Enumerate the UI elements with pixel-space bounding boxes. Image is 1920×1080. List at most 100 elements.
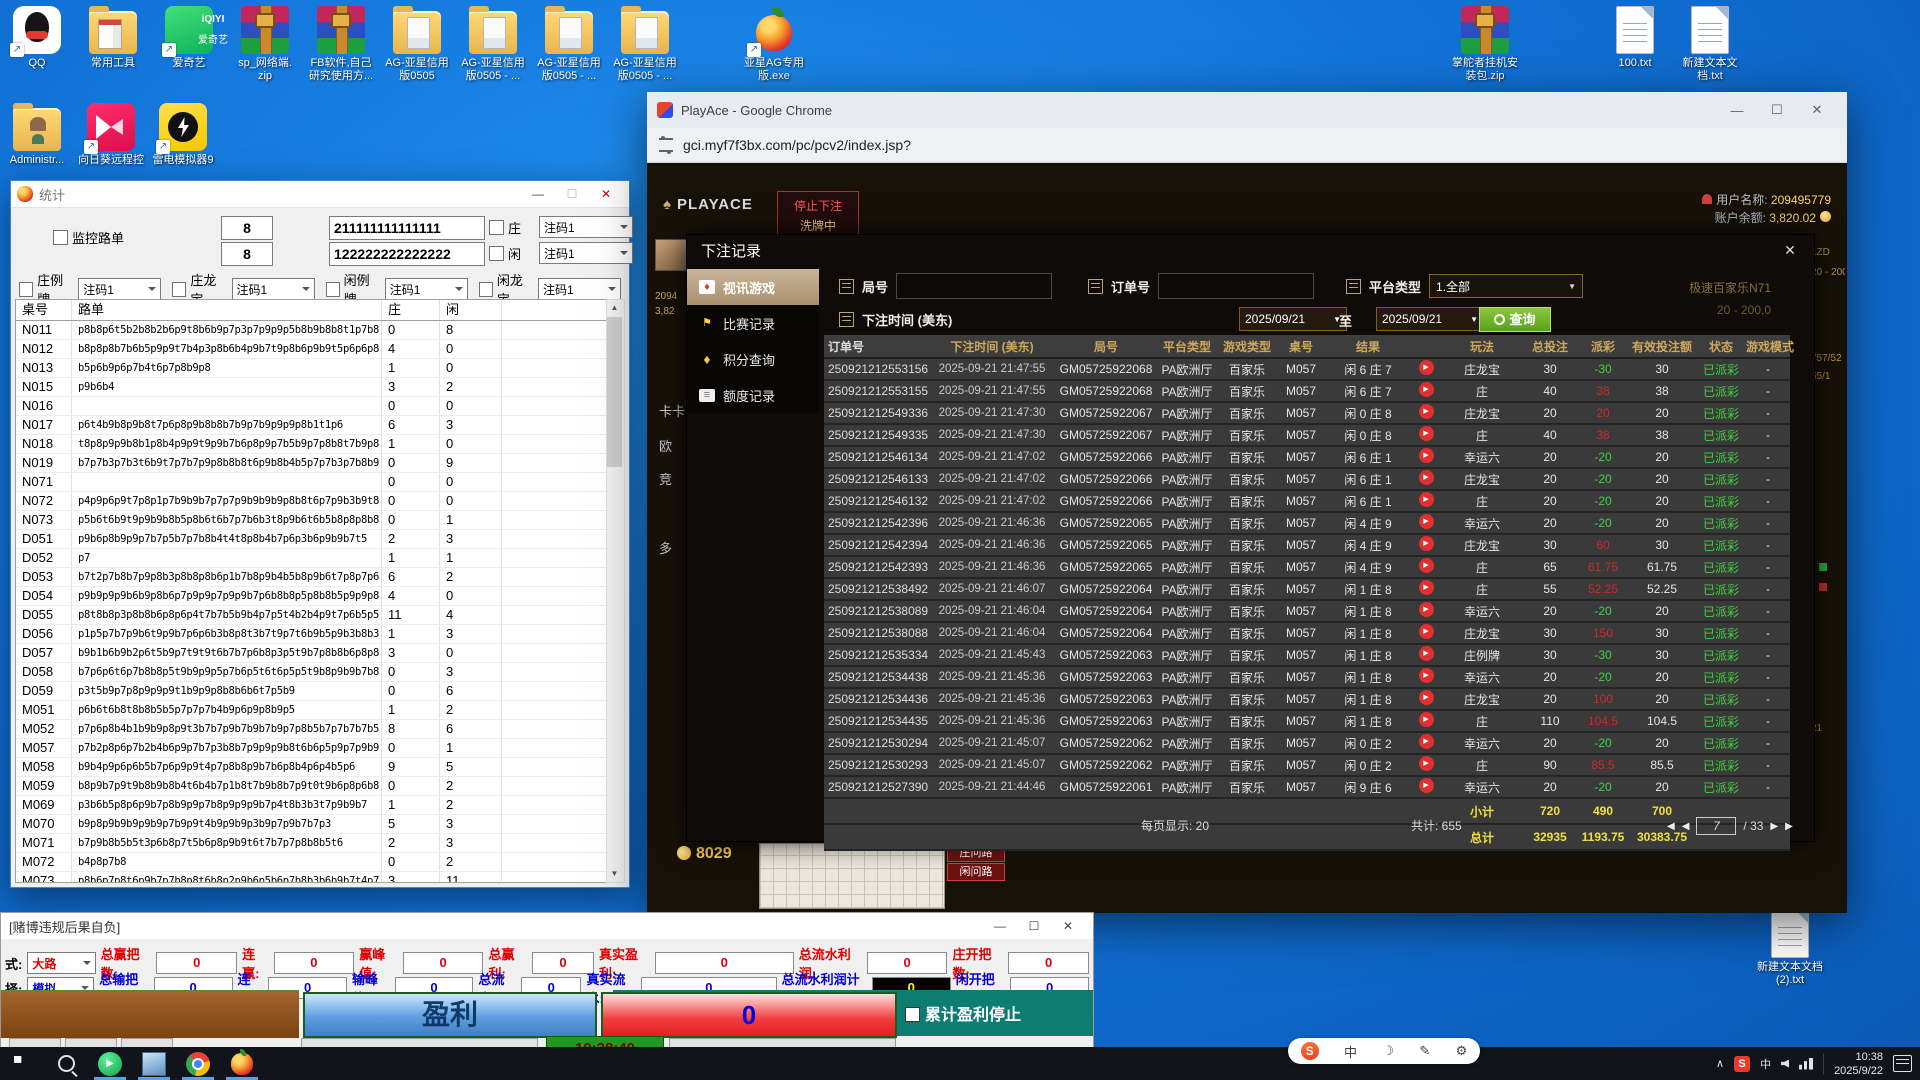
table-row[interactable]: D053 b7t2p7b8b7p9p8b3p8b8p8b6p1b7b8p9b4b…: [16, 568, 612, 587]
scroll-up-icon[interactable]: ▲: [607, 300, 622, 316]
table-row[interactable]: N011 p8b8p6t5b2b8b2b6p9t8b6b9p7p3p7p9p9p…: [16, 321, 612, 340]
table-row[interactable]: D051 p9b6p8b9p9p7b7p5b7p7b8b4t4t8p8b4b7p…: [16, 530, 612, 549]
start-button[interactable]: [0, 1047, 44, 1080]
first-page-icon[interactable]: ◀: [1667, 821, 1675, 832]
profit-button[interactable]: 盈利: [303, 992, 597, 1038]
table-row[interactable]: N018 t8p8p9p9b8b1p8b4p9p9t9p9b7b6p8p9p7b…: [16, 435, 612, 454]
desktop-icon[interactable]: 新建文本文档 (2).txt: [1752, 910, 1828, 987]
table-row[interactable]: N019 b7p7b3p7b3t6b9t7p7b7p9p8b8b8t6p9b8b…: [16, 454, 612, 473]
bot-titlebar[interactable]: [赌博违规后果自负] — ☐ ✕: [1, 913, 1093, 939]
avatar[interactable]: [655, 239, 687, 271]
pair-select[interactable]: 注码1: [385, 278, 468, 300]
desktop-icon[interactable]: AG-亚星信用 版0505 - ...: [607, 6, 683, 83]
replay-icon[interactable]: [1419, 624, 1434, 639]
taskbar-item-leidian[interactable]: [88, 1047, 132, 1080]
sidebar-tab[interactable]: 比赛记录: [687, 305, 819, 341]
desktop-icon[interactable]: 雷电模拟器9: [145, 103, 221, 167]
taskbar-item-chrome[interactable]: [176, 1047, 220, 1080]
replay-icon[interactable]: [1419, 514, 1434, 529]
table-row[interactable]: N013 b5p6b9p6p7b4t6p7p8b9p8 1 0: [16, 359, 612, 378]
table-row[interactable]: N015 p9b6b4 3 2: [16, 378, 612, 397]
code-input-2[interactable]: [329, 242, 485, 266]
sidebar-menu-fragment[interactable]: 卡卡: [659, 401, 685, 420]
settings-icon[interactable]: ⚙: [1456, 1043, 1468, 1059]
bet-row[interactable]: 250921212535334 2025-09-21 21:45:43 GM05…: [824, 645, 1790, 667]
pair-select[interactable]: 注码1: [232, 278, 315, 300]
bet-row[interactable]: 250921212549335 2025-09-21 21:47:30 GM05…: [824, 425, 1790, 447]
date-from-select[interactable]: 2025/09/21: [1239, 307, 1347, 331]
desktop-icon[interactable]: 常用工具: [75, 6, 151, 70]
replay-icon[interactable]: [1419, 778, 1434, 793]
bet-row[interactable]: 250921212527390 2025-09-21 21:44:46 GM05…: [824, 777, 1790, 799]
table-row[interactable]: D057 b9b1b6b9b2p6t5b9p7t9t9t6b7b7p6b8p3p…: [16, 644, 612, 663]
desktop-icon[interactable]: 100.txt: [1597, 6, 1673, 70]
replay-icon[interactable]: [1419, 382, 1434, 397]
close-button[interactable]: ✕: [589, 187, 623, 201]
table-row[interactable]: N072 p4p9p6p9t7p8p1p7b9b9b7p7p7p9b9b9b9p…: [16, 492, 612, 511]
page-input[interactable]: 7: [1696, 817, 1736, 835]
sidebar-menu-fragment[interactable]: 多: [659, 538, 672, 557]
monitor-road-checkbox[interactable]: 监控路单: [53, 228, 124, 247]
last-page-icon[interactable]: ▶: [1785, 821, 1793, 832]
replay-icon[interactable]: [1419, 360, 1434, 375]
scroll-down-icon[interactable]: ▼: [607, 866, 622, 882]
replay-icon[interactable]: [1419, 756, 1434, 771]
table-row[interactable]: N017 p6t4b9b8p9b8t7p6p8p9b8b8b7b9p7b9p9p…: [16, 416, 612, 435]
table-row[interactable]: M058 b9b4p9p6p6b5b7p6p9p9t4p7p8b8p9b7b6p…: [16, 758, 612, 777]
bet-row[interactable]: 250921212546132 2025-09-21 21:47:02 GM05…: [824, 491, 1790, 513]
replay-icon[interactable]: [1419, 426, 1434, 441]
bet-row[interactable]: 250921212549336 2025-09-21 21:47:30 GM05…: [824, 403, 1790, 425]
pen-icon[interactable]: ✎: [1419, 1043, 1430, 1059]
bet-row[interactable]: 250921212538089 2025-09-21 21:46:04 GM05…: [824, 601, 1790, 623]
search-button[interactable]: [44, 1047, 88, 1080]
minimize-button[interactable]: —: [983, 919, 1017, 933]
desktop-icon[interactable]: AG-亚星信用 版0505 - ...: [531, 6, 607, 83]
bet-row[interactable]: 250921212542393 2025-09-21 21:46:36 GM05…: [824, 557, 1790, 579]
ask-player-button[interactable]: 闲问路: [947, 863, 1005, 881]
table-row[interactable]: D052 p7 1 1: [16, 549, 612, 568]
date-to-select[interactable]: 2025/09/21: [1376, 307, 1484, 331]
replay-icon[interactable]: [1419, 602, 1434, 617]
search-button[interactable]: 查询: [1479, 307, 1551, 332]
table-row[interactable]: N016 0 0: [16, 397, 612, 416]
url-text[interactable]: gci.myf7f3bx.com/pc/pcv2/index.jsp?: [683, 137, 911, 153]
bet-code-select-1[interactable]: 注码1: [539, 216, 633, 238]
minimize-button[interactable]: —: [521, 187, 555, 201]
table-row[interactable]: D055 p8t8b8p3p8b8b6p8p6p4t7b7b5b9b4p7p5t…: [16, 606, 612, 625]
sidebar-menu-fragment[interactable]: 欧: [659, 436, 672, 455]
bet-row[interactable]: 250921212553156 2025-09-21 21:47:55 GM05…: [824, 359, 1790, 381]
close-button[interactable]: ✕: [1051, 919, 1085, 933]
sogou-input-bar[interactable]: S 中 ☽ ✎ ⚙: [1288, 1038, 1480, 1064]
pair-select[interactable]: 注码1: [78, 278, 161, 300]
bet-row[interactable]: 250921212538088 2025-09-21 21:46:04 GM05…: [824, 623, 1790, 645]
replay-icon[interactable]: [1419, 536, 1434, 551]
sogou-icon[interactable]: S: [1301, 1042, 1319, 1060]
bet-row[interactable]: 250921212534438 2025-09-21 21:45:36 GM05…: [824, 667, 1790, 689]
replay-icon[interactable]: [1419, 492, 1434, 507]
desktop-icon[interactable]: 亚星AG专用 版.exe: [736, 6, 812, 83]
banker-checkbox[interactable]: 庄: [489, 218, 521, 237]
player-checkbox[interactable]: 闲: [489, 244, 521, 263]
table-row[interactable]: M071 b7p9b8b5b5t3p6b8p7t5b6p8p9b9t6t7b7p…: [16, 834, 612, 853]
moon-icon[interactable]: ☽: [1382, 1043, 1394, 1059]
site-settings-icon[interactable]: [659, 138, 673, 152]
replay-icon[interactable]: [1419, 404, 1434, 419]
maximize-button[interactable]: ☐: [1757, 102, 1797, 118]
table-row[interactable]: M072 b4p8p7b8 0 2: [16, 853, 612, 872]
notification-icon[interactable]: [1893, 1055, 1912, 1072]
desktop-icon[interactable]: AG-亚星信用 版0505: [379, 6, 455, 83]
tray-expand-icon[interactable]: ∧: [1716, 1057, 1724, 1070]
chinese-mode-icon[interactable]: 中: [1344, 1042, 1357, 1061]
platform-select[interactable]: 1.全部: [1429, 274, 1583, 298]
table-row[interactable]: M069 p3b6b5p8p6p9b7p8b9p9p7b8p9p9p9b7p4t…: [16, 796, 612, 815]
table-row[interactable]: D056 p1p5p7b7p9b6t9p9b7p6p6b3b8p8t3b7t9p…: [16, 625, 612, 644]
bet-row[interactable]: 250921212542394 2025-09-21 21:46:36 GM05…: [824, 535, 1790, 557]
replay-icon[interactable]: [1419, 690, 1434, 705]
replay-icon[interactable]: [1419, 470, 1434, 485]
sidebar-menu-fragment[interactable]: 竞: [659, 469, 672, 488]
stats-titlebar[interactable]: 统计 — ☐ ✕: [11, 181, 629, 208]
pair-select[interactable]: 注码1: [538, 278, 621, 300]
taskbar-item-window[interactable]: [132, 1047, 176, 1080]
address-bar[interactable]: gci.myf7f3bx.com/pc/pcv2/index.jsp?: [647, 128, 1847, 163]
table-row[interactable]: D058 b7p6p6t6p7b8b8p5t9b9p9p5p7b6p5t6t6p…: [16, 663, 612, 682]
